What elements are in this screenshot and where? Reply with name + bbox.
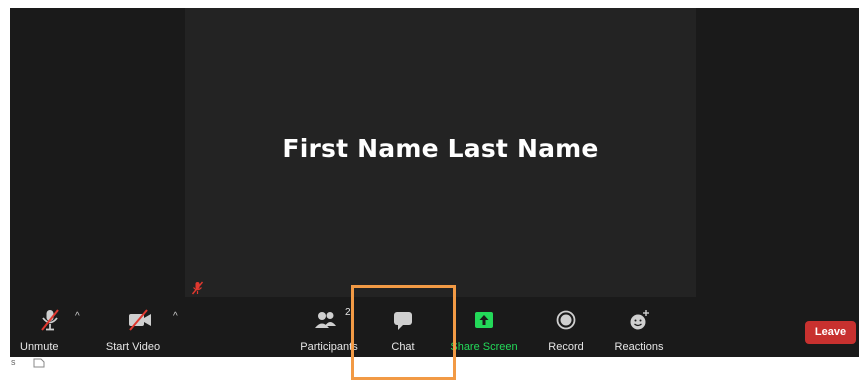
zoom-meeting-window: First Name Last Name ^ Unmute ^ Start Vi… xyxy=(10,8,859,357)
video-options-caret[interactable]: ^ xyxy=(173,311,178,322)
participant-video-tile: First Name Last Name xyxy=(185,8,696,297)
record-circle-icon xyxy=(556,310,576,330)
participants-label: Participants xyxy=(300,341,358,353)
participants-count: 2 xyxy=(345,307,351,318)
reactions-button[interactable]: Reactions xyxy=(604,297,674,357)
people-icon xyxy=(315,312,336,328)
unmute-label: Unmute xyxy=(20,341,59,353)
record-label: Record xyxy=(548,341,584,353)
record-button[interactable]: Record xyxy=(534,297,598,357)
start-video-button[interactable]: ^ Start Video xyxy=(100,297,190,357)
share-screen-arrow-icon xyxy=(475,312,493,328)
chat-label: Chat xyxy=(391,341,415,353)
below-window-strip: s xyxy=(0,357,859,383)
unmute-button[interactable]: ^ Unmute xyxy=(20,297,82,357)
share-screen-label: Share Screen xyxy=(450,341,518,353)
document-icon xyxy=(33,358,45,368)
chat-button[interactable]: Chat xyxy=(368,297,438,357)
start-video-label: Start Video xyxy=(105,341,161,353)
leave-button[interactable]: Leave xyxy=(805,321,856,344)
microphone-muted-icon xyxy=(191,281,204,295)
chat-bubble-icon xyxy=(394,312,412,330)
meeting-toolbar: ^ Unmute ^ Start Video 2 Participants Ch… xyxy=(10,297,859,357)
participant-name: First Name Last Name xyxy=(282,134,599,163)
below-text-fragment: s xyxy=(11,357,16,367)
microphone-muted-icon xyxy=(41,309,59,331)
share-screen-button[interactable]: Share Screen xyxy=(446,297,522,357)
audio-options-caret[interactable]: ^ xyxy=(75,311,80,322)
reactions-label: Reactions xyxy=(614,341,664,353)
smiley-plus-icon xyxy=(630,310,649,330)
participants-button[interactable]: 2 Participants xyxy=(292,297,366,357)
video-off-icon xyxy=(129,309,151,331)
